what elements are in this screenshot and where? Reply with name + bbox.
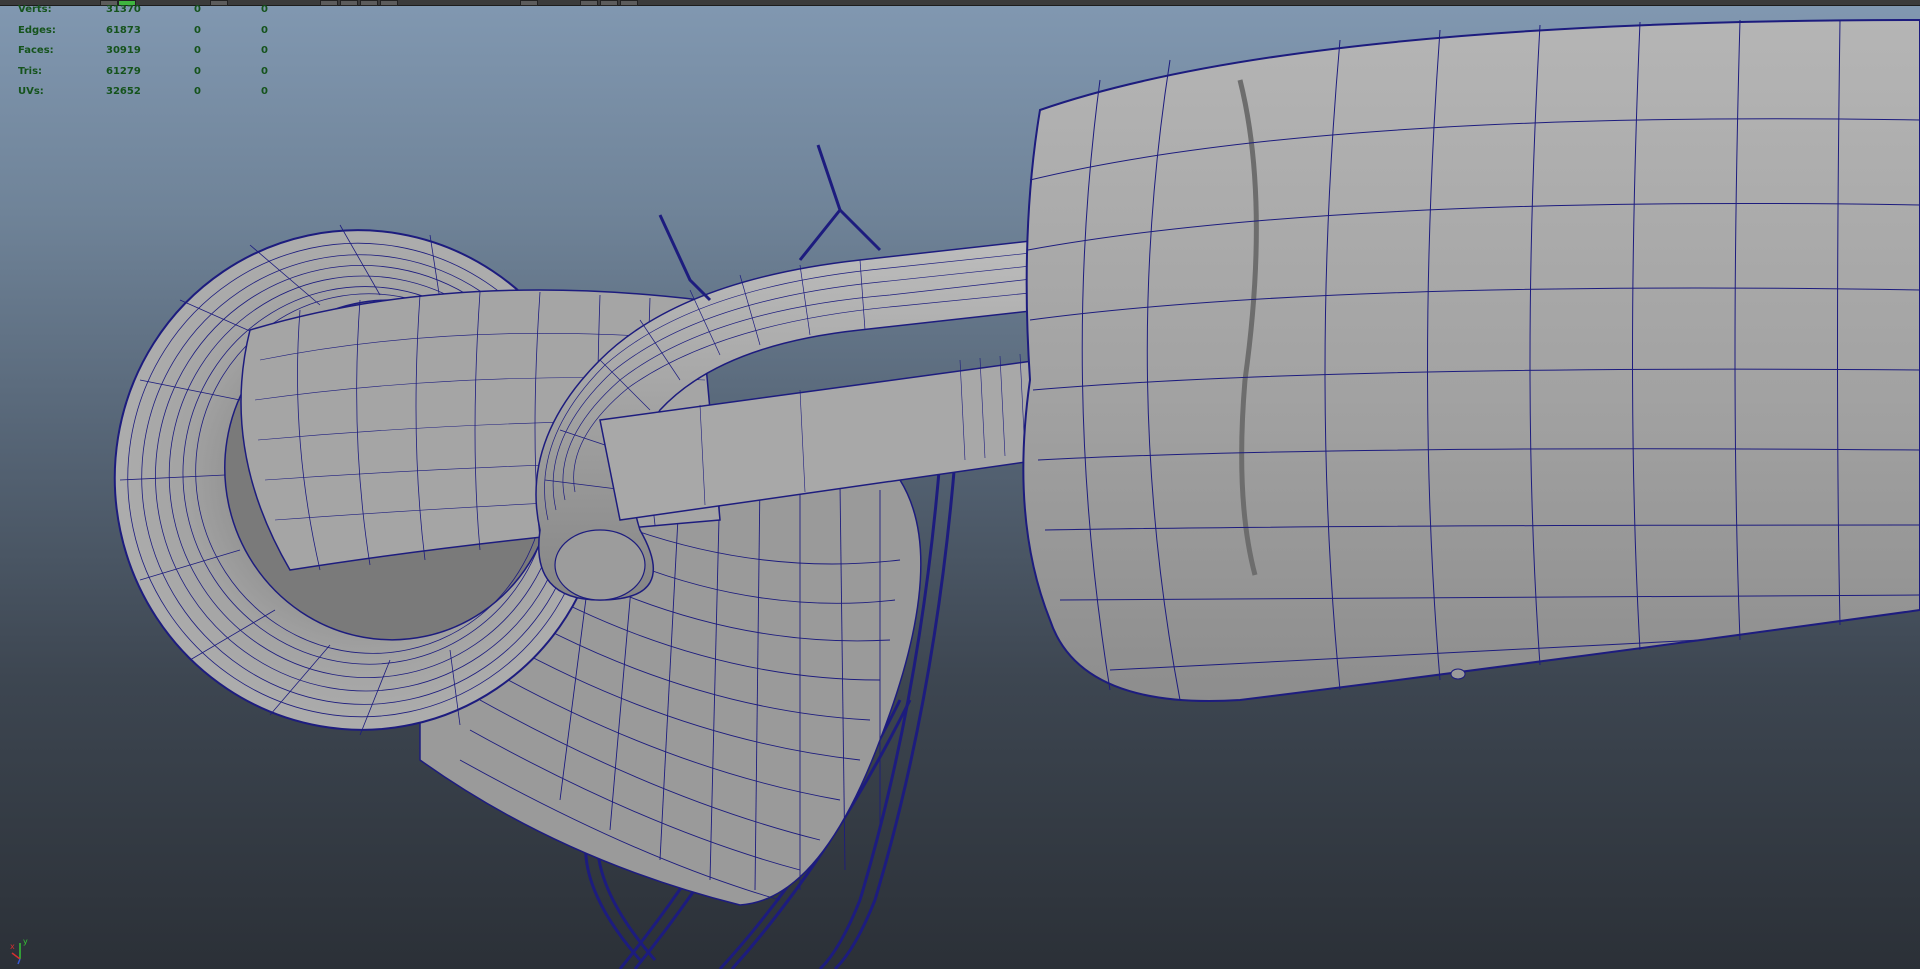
hud-value: 0 [194,65,201,77]
scene-mesh[interactable] [0,0,1920,969]
hud-value: 0 [261,45,268,56]
hud-value: 0 [194,86,201,97]
hud-value: 32652 [106,86,141,97]
capsule-body [1022,18,1920,702]
hud-value: 0 [261,65,268,77]
poly-count-hud: Verts: 31370 0 0 Edges: 61873 0 0 Faces:… [18,4,298,107]
hud-row-uvs: UVs: 32652 0 0 [18,86,298,107]
hud-value: 61873 [106,24,141,36]
hud-value: 0 [261,86,268,97]
hud-row-tris: Tris: 61279 0 0 [18,66,298,87]
hud-value: 61279 [106,65,141,77]
hud-label: Verts: [18,4,52,15]
axis-x-label: x [10,942,15,951]
3d-viewport[interactable]: Verts: 31370 0 0 Edges: 61873 0 0 Faces:… [0,0,1920,969]
hud-label: Tris: [18,65,43,77]
hud-row-faces: Faces: 30919 0 0 [18,45,298,66]
hud-label: Edges: [18,24,56,36]
hud-value: 31370 [106,4,141,15]
hud-label: Faces: [18,45,54,56]
axis-gizmo-icon: y x [10,937,28,965]
hud-label: UVs: [18,86,44,97]
hud-value: 30919 [106,45,141,56]
hud-value: 0 [194,24,201,36]
hud-value: 0 [194,4,201,15]
hud-value: 0 [261,24,268,36]
axis-y-label: y [23,937,28,946]
hud-row-verts: Verts: 31370 0 0 [18,4,298,25]
hud-value: 0 [194,45,201,56]
hud-value: 0 [261,4,268,15]
hud-row-edges: Edges: 61873 0 0 [18,25,298,46]
